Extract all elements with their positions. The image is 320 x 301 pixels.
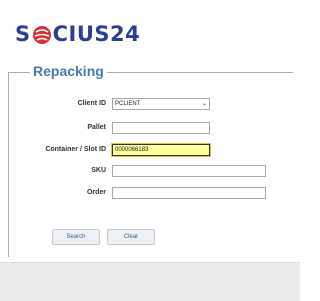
brand-logo-suffix: CIUS24 — [52, 22, 141, 46]
sku-label: SKU — [91, 167, 106, 174]
bottom-bar — [0, 262, 300, 301]
container-slot-label: Container / Slot ID — [45, 146, 106, 153]
search-button[interactable]: Search — [52, 229, 100, 245]
client-id-value: PCLIENT — [115, 101, 141, 107]
pallet-label: Pallet — [87, 124, 106, 131]
clear-button[interactable]: Clear — [107, 229, 155, 245]
page-title: Repacking — [30, 63, 107, 79]
client-id-label: Client ID — [77, 100, 106, 107]
sku-input[interactable] — [112, 165, 266, 177]
logo-ball-icon — [32, 25, 51, 44]
pallet-input[interactable] — [112, 122, 210, 134]
order-label: Order — [86, 189, 106, 196]
brand-logo-prefix: S — [15, 22, 31, 46]
client-id-select[interactable]: PCLIENT ⌄ — [112, 98, 210, 110]
brand-logo: S CIUS24 — [15, 24, 140, 45]
chevron-down-icon: ⌄ — [201, 101, 207, 107]
container-slot-input[interactable]: 0000066183 — [111, 143, 211, 157]
order-input[interactable] — [112, 187, 266, 199]
